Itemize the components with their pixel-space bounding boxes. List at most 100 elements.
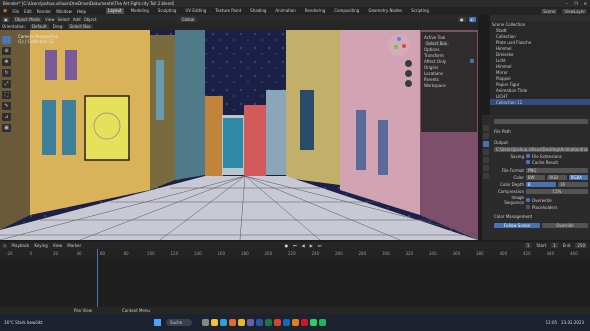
menu-marker[interactable]: Marker xyxy=(67,243,81,248)
origins-checkbox[interactable] xyxy=(470,59,474,63)
tab-sculpting[interactable]: Sculpting xyxy=(156,8,179,14)
timeline-ruler[interactable]: -20 0 20 40 60 80 100 120 140 160 180 200 220 240 260 2… xyxy=(0,249,590,257)
scale-tool-icon[interactable]: ⤢ xyxy=(2,80,11,88)
menu-view[interactable]: View xyxy=(45,17,55,22)
outlook-icon[interactable] xyxy=(283,319,291,326)
measure-tool-icon[interactable]: ⊿ xyxy=(2,113,11,121)
properties-search-input[interactable] xyxy=(494,118,588,124)
spotify-icon[interactable] xyxy=(319,319,327,326)
editor-type-button[interactable]: ▣ xyxy=(2,16,10,22)
cursor-tool-icon[interactable]: ⊕ xyxy=(2,47,11,55)
excel-icon[interactable] xyxy=(265,319,273,326)
windows-start-icon[interactable] xyxy=(154,319,161,326)
cache-result-checkbox[interactable] xyxy=(526,160,530,164)
menu-add[interactable]: Add xyxy=(73,17,81,22)
firefox-icon[interactable] xyxy=(229,319,237,326)
3d-viewport[interactable]: Camera Perspective (1) | Collection 12 xyxy=(0,30,478,240)
record-button-icon[interactable]: ● xyxy=(285,243,289,248)
tool-tab-icon[interactable] xyxy=(483,125,489,131)
timeline-body[interactable] xyxy=(0,249,590,307)
options-header[interactable]: Options xyxy=(424,47,439,52)
depth-16[interactable]: 16 xyxy=(558,181,588,187)
menu-view-timeline[interactable]: View xyxy=(53,243,63,248)
override-button[interactable]: Override xyxy=(542,222,588,228)
menu-select[interactable]: Select xyxy=(57,17,69,22)
jump-end-icon[interactable]: ⏭ xyxy=(318,243,322,248)
word-icon[interactable] xyxy=(256,319,264,326)
blender-logo-icon[interactable]: ◉ xyxy=(3,8,7,14)
teams-icon[interactable] xyxy=(247,319,255,326)
shading-rendered-icon[interactable]: ◐ xyxy=(468,16,476,22)
move-tool-icon[interactable]: ✥ xyxy=(2,58,11,66)
drag-select-box[interactable]: Select Box xyxy=(67,24,93,29)
mode-selector[interactable]: Object Mode xyxy=(12,16,42,22)
close-button[interactable]: ✕ xyxy=(584,1,587,6)
menu-playback[interactable]: Playback xyxy=(12,243,30,248)
tray-date[interactable]: 23.02.2023 xyxy=(561,320,584,325)
view-layer-tab-icon[interactable] xyxy=(483,149,489,155)
current-frame-field[interactable]: 1 xyxy=(524,243,532,248)
orientation-default[interactable]: Default xyxy=(29,24,49,29)
tab-texture-paint[interactable]: Texture Paint xyxy=(213,8,243,14)
axis-y-icon[interactable] xyxy=(394,45,398,49)
active-tool-select-box[interactable]: Select Box xyxy=(424,40,450,46)
transform-subheader[interactable]: Transform xyxy=(424,53,444,58)
outliner-item-selected[interactable]: Collection 12 xyxy=(490,99,590,105)
scene-tab-icon[interactable] xyxy=(483,157,489,163)
menu-object[interactable]: Object xyxy=(84,17,97,22)
whatsapp-icon[interactable] xyxy=(310,319,318,326)
menu-keying[interactable]: Keying xyxy=(34,243,47,248)
menu-window[interactable]: Window xyxy=(56,9,72,14)
compression-slider[interactable]: 15% xyxy=(526,188,588,194)
blender-taskbar-icon[interactable] xyxy=(292,319,300,326)
minimize-button[interactable]: – xyxy=(566,1,568,6)
end-frame-field[interactable]: 250 xyxy=(575,243,587,248)
transform-tool-icon[interactable]: ⛶ xyxy=(2,91,11,99)
play-icon[interactable]: ▶ xyxy=(310,243,313,248)
color-bw[interactable]: BW xyxy=(526,174,546,180)
file-extensions-checkbox[interactable] xyxy=(526,154,530,158)
weather-widget[interactable]: 16°C Stark bewölkt xyxy=(4,320,124,325)
tab-layout[interactable]: Layout xyxy=(105,8,124,14)
view-layer-selector[interactable]: ViewLayer xyxy=(562,8,587,14)
menu-render[interactable]: Render xyxy=(37,9,51,14)
color-management-header[interactable]: Color Management xyxy=(494,214,532,219)
color-rgb[interactable]: RGB xyxy=(547,174,567,180)
timeline-editor-icon[interactable]: ◷ xyxy=(3,243,7,248)
overwrite-checkbox[interactable] xyxy=(526,198,530,202)
chrome-icon[interactable] xyxy=(238,319,246,326)
maximize-button[interactable]: ❐ xyxy=(574,1,578,6)
play-reverse-icon[interactable]: ◀ xyxy=(302,243,305,248)
output-header[interactable]: Output xyxy=(494,140,508,145)
tab-scripting[interactable]: Scripting xyxy=(409,8,431,14)
placeholders-checkbox[interactable] xyxy=(526,205,530,209)
pan-hand-icon[interactable] xyxy=(405,70,412,77)
tab-uv-editing[interactable]: UV Editing xyxy=(183,8,208,14)
orientation-selector[interactable]: Global xyxy=(179,16,197,22)
taskbar-search-box[interactable]: Suche xyxy=(166,319,193,326)
navigation-gizmo[interactable] xyxy=(388,34,410,56)
render-tab-icon[interactable] xyxy=(483,133,489,139)
add-cube-tool-icon[interactable]: ▣ xyxy=(2,124,11,132)
jump-start-icon[interactable]: ⏮ xyxy=(293,243,297,248)
output-tab-icon[interactable] xyxy=(483,141,489,147)
opera-icon[interactable] xyxy=(301,319,309,326)
tab-compositing[interactable]: Compositing xyxy=(332,8,361,14)
tab-animation[interactable]: Animation xyxy=(273,8,297,14)
tab-shading[interactable]: Shading xyxy=(248,8,268,14)
active-tool-header[interactable]: Active Tool xyxy=(424,35,445,40)
menu-edit[interactable]: Edit xyxy=(24,9,32,14)
zoom-icon[interactable] xyxy=(405,60,412,67)
rotate-tool-icon[interactable]: ↻ xyxy=(2,69,11,77)
tab-modeling[interactable]: Modeling xyxy=(129,8,151,14)
object-tab-icon[interactable] xyxy=(483,173,489,179)
explorer-icon[interactable] xyxy=(211,319,219,326)
task-view-icon[interactable] xyxy=(202,319,210,326)
edge-icon[interactable] xyxy=(220,319,228,326)
camera-view-icon[interactable] xyxy=(405,80,412,87)
menu-help[interactable]: Help xyxy=(77,9,86,14)
scene-selector[interactable]: Scene xyxy=(541,8,558,14)
tray-time[interactable]: 11:05 xyxy=(546,320,558,325)
axis-x-icon[interactable] xyxy=(402,44,406,48)
file-format-select[interactable]: PNG xyxy=(526,167,588,173)
